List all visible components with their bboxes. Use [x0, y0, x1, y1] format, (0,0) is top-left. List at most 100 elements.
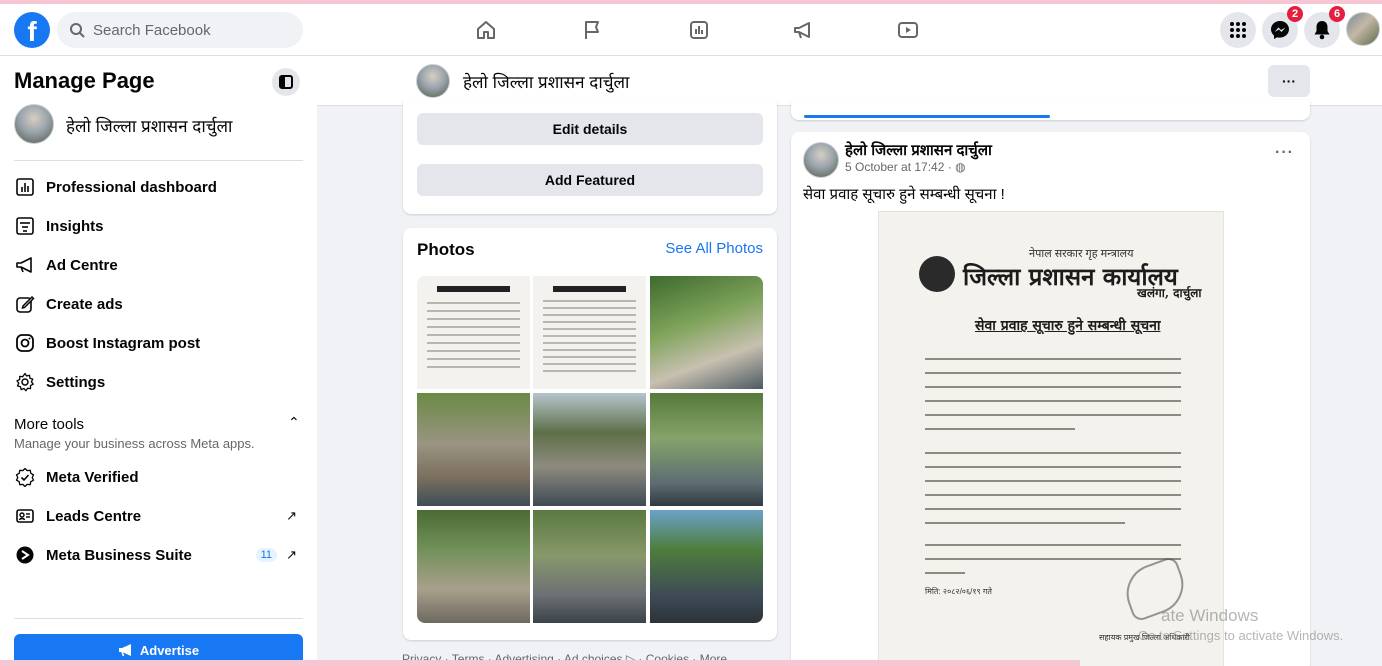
gear-icon	[14, 371, 36, 393]
activation-watermark-title: ate Windows	[1161, 606, 1259, 625]
sidebar-item-label: Professional dashboard	[46, 178, 217, 196]
sidebar-toggle-icon	[279, 75, 293, 89]
sidebar-item-professional-dashboard[interactable]: Professional dashboard	[0, 168, 317, 206]
sidebar-item-boost-instagram[interactable]: Boost Instagram post	[0, 324, 317, 362]
sidebar-item-label: Leads Centre	[46, 507, 142, 525]
edit-details-button[interactable]: Edit details	[417, 113, 763, 145]
photo-thumbnail[interactable]	[533, 510, 646, 623]
post-author-avatar[interactable]	[803, 142, 839, 178]
sidebar-item-label: Meta Verified	[46, 468, 139, 486]
leads-icon	[14, 505, 36, 527]
post-author-name[interactable]: हेलो जिल्ला प्रशासन दार्चुला	[845, 140, 992, 160]
photo-thumbnail[interactable]	[650, 276, 763, 389]
photo-thumbnail[interactable]	[650, 393, 763, 506]
instagram-icon	[14, 332, 36, 354]
post-options-button[interactable]: ···	[1275, 144, 1294, 162]
page-avatar[interactable]	[14, 104, 54, 144]
sidebar-page-name[interactable]: हेलो जिल्ला प्रशासन दार्चुला	[66, 114, 232, 137]
activation-watermark-text: Go to Settings to activate Windows.	[1138, 628, 1344, 643]
sidebar-title: Manage Page	[14, 68, 155, 93]
post-text: सेवा प्रवाह सूचारु हुने सम्बन्धी सूचना !	[803, 186, 1005, 203]
photos-title: Photos	[417, 240, 475, 259]
post-image-notice[interactable]: नेपाल सरकार गृह मन्त्रालय जिल्ला प्रशासन…	[879, 212, 1223, 666]
external-link-icon: ↗	[286, 508, 297, 523]
messenger-badge: 2	[1287, 6, 1303, 22]
notifications-badge: 6	[1329, 6, 1345, 22]
chevron-up-icon[interactable]: ⌃	[288, 414, 300, 431]
post-time-text: 5 October at 17:42 ·	[845, 160, 956, 174]
photo-thumbnail[interactable]	[417, 510, 530, 623]
divider	[14, 618, 303, 619]
divider	[14, 160, 303, 161]
external-link-icon: ↗	[286, 547, 297, 562]
page-header-bar: हेलो जिल्ला प्रशासन दार्चुला ···	[317, 56, 1382, 106]
notice-date: मिति: २०८२/०६/१९ गते	[925, 587, 992, 596]
sidebar-item-label: Settings	[46, 373, 106, 391]
sidebar-item-create-ads[interactable]: Create ads	[0, 285, 317, 323]
intro-card: Edit details Add Featured	[403, 100, 777, 214]
ads-megaphone-icon[interactable]	[789, 16, 817, 44]
sidebar-item-label: Meta Business Suite	[46, 546, 192, 564]
sidebar-item-label: Insights	[46, 217, 104, 235]
more-tools-heading[interactable]: More tools	[14, 416, 84, 433]
notice-place: खलंगा, दार्चुला	[1137, 286, 1202, 300]
bell-icon	[1314, 21, 1330, 40]
home-icon[interactable]	[472, 16, 500, 44]
messenger-button[interactable]: 2	[1262, 6, 1303, 48]
pages-flag-icon[interactable]	[578, 16, 606, 44]
globe-icon: ◍	[955, 160, 966, 174]
grid-icon	[1230, 22, 1246, 38]
add-featured-button[interactable]: Add Featured	[417, 164, 763, 196]
bottom-accent-bar	[0, 660, 1080, 666]
notice-ministry: नेपाल सरकार गृह मन्त्रालय	[1029, 248, 1134, 260]
page-avatar[interactable]	[416, 64, 450, 98]
messenger-icon	[1271, 21, 1289, 39]
account-avatar[interactable]	[1346, 12, 1380, 46]
active-tab-indicator	[804, 115, 1050, 118]
sidebar-item-leads-centre[interactable]: Leads Centre ↗	[0, 497, 317, 535]
sidebar-item-label: Ad Centre	[46, 256, 118, 274]
insights-icon	[14, 215, 36, 237]
top-navigation-bar: f Search Facebook 2 6	[0, 4, 1382, 56]
collapse-sidebar-button[interactable]	[272, 68, 300, 96]
page-name[interactable]: हेलो जिल्ला प्रशासन दार्चुला	[463, 70, 629, 93]
photo-thumbnail[interactable]	[417, 393, 530, 506]
post-timestamp[interactable]: 5 October at 17:42 · ◍	[845, 160, 966, 174]
pencil-icon	[14, 293, 36, 315]
notice-title: सेवा प्रवाह सूचारु हुने सम्बन्धी सूचना	[975, 318, 1161, 334]
sidebar-item-label: Create ads	[46, 295, 123, 313]
insights-nav-icon[interactable]	[685, 16, 713, 44]
advertise-label: Advertise	[139, 642, 200, 658]
search-icon	[70, 23, 85, 38]
photo-thumbnail[interactable]	[417, 276, 530, 389]
sidebar-item-ad-centre[interactable]: Ad Centre	[0, 246, 317, 284]
sidebar-item-label: Boost Instagram post	[46, 334, 201, 352]
manage-page-sidebar: Manage Page हेलो जिल्ला प्रशासन दार्चुला…	[0, 56, 317, 666]
post-card: हेलो जिल्ला प्रशासन दार्चुला 5 October a…	[791, 132, 1310, 666]
search-box[interactable]	[57, 12, 303, 48]
see-all-photos-link[interactable]: See All Photos	[665, 240, 763, 257]
sidebar-item-meta-verified[interactable]: Meta Verified	[0, 458, 317, 496]
menu-grid-button[interactable]	[1220, 12, 1256, 48]
more-tools-subtitle: Manage your business across Meta apps.	[14, 436, 255, 451]
dashboard-icon	[14, 176, 36, 198]
more-options-button[interactable]: ···	[1268, 65, 1310, 97]
sidebar-item-settings[interactable]: Settings	[0, 363, 317, 401]
verified-icon	[14, 466, 36, 488]
sidebar-item-insights[interactable]: Insights	[0, 207, 317, 245]
photo-thumbnail[interactable]	[533, 276, 646, 389]
photos-card: Photos See All Photos	[403, 228, 777, 640]
government-seal-icon	[919, 256, 955, 292]
facebook-page-manager: f Search Facebook 2 6 Manage Page हेलो ज…	[0, 0, 1382, 666]
meta-business-icon	[14, 544, 36, 566]
megaphone-icon	[14, 254, 36, 276]
facebook-logo-icon[interactable]: f	[14, 12, 50, 48]
sidebar-item-meta-business-suite[interactable]: Meta Business Suite 11 ↗	[0, 536, 317, 574]
photo-thumbnail[interactable]	[533, 393, 646, 506]
video-icon[interactable]	[894, 16, 922, 44]
photo-thumbnail[interactable]	[650, 510, 763, 623]
search-input[interactable]	[93, 21, 283, 39]
megaphone-icon	[118, 644, 131, 657]
notifications-button[interactable]: 6	[1304, 6, 1345, 48]
notification-count-badge: 11	[255, 548, 277, 562]
